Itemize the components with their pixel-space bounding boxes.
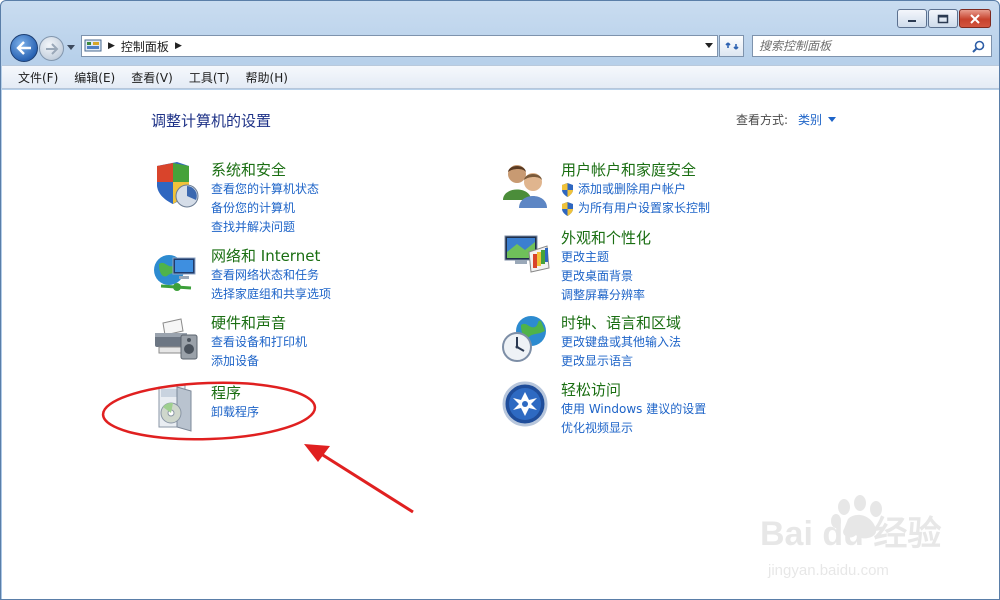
breadcrumb-separator-icon: ▶ xyxy=(174,41,182,51)
menu-edit[interactable]: 编辑(E) xyxy=(66,69,123,86)
view-by-chevron-icon[interactable] xyxy=(828,117,837,122)
back-arrow-icon xyxy=(16,41,31,55)
parental-controls-row[interactable]: 为所有用户设置家长控制 xyxy=(561,199,710,218)
refresh-icon xyxy=(724,42,739,50)
change-display-language-link[interactable]: 更改显示语言 xyxy=(561,352,681,371)
troubleshoot-link[interactable]: 查找并解决问题 xyxy=(211,218,319,237)
add-remove-accounts-link[interactable]: 添加或删除用户帐户 xyxy=(578,180,686,199)
parental-controls-link[interactable]: 为所有用户设置家长控制 xyxy=(578,199,710,218)
menu-view[interactable]: 查看(V) xyxy=(123,69,181,86)
page-title: 调整计算机的设置 xyxy=(151,112,272,130)
search-box[interactable] xyxy=(752,35,992,57)
menu-file[interactable]: 文件(F) xyxy=(10,69,66,86)
optimize-video-link[interactable]: 优化视频显示 xyxy=(561,419,706,438)
appearance-title[interactable]: 外观和个性化 xyxy=(561,228,651,248)
maximize-button[interactable] xyxy=(928,9,958,28)
user-accounts-title[interactable]: 用户帐户和家庭安全 xyxy=(561,160,710,180)
monitor-palette-icon[interactable] xyxy=(501,228,553,280)
category-ease-of-access: 轻松访问 使用 Windows 建议的设置 优化视频显示 xyxy=(501,380,706,438)
category-user-accounts: 用户帐户和家庭安全 添加或删除用户帐户 为所有用户设置家长控制 xyxy=(501,160,710,218)
control-panel-icon xyxy=(84,39,102,52)
printer-icon[interactable] xyxy=(151,313,203,365)
uninstall-program-link[interactable]: 卸载程序 xyxy=(211,403,259,422)
view-network-status-link[interactable]: 查看网络状态和任务 xyxy=(211,266,331,285)
recent-pages-chevron-icon[interactable] xyxy=(67,45,75,50)
category-appearance: 外观和个性化 更改主题 更改桌面背景 调整屏幕分辨率 xyxy=(501,228,651,305)
homegroup-sharing-link[interactable]: 选择家庭组和共享选项 xyxy=(211,285,331,304)
view-by-label: 查看方式: xyxy=(736,113,789,127)
navigation-bar: ▶ 控制面板 ▶ xyxy=(1,31,999,63)
view-by-dropdown[interactable]: 类别 xyxy=(798,111,822,128)
category-system-security: 系统和安全 查看您的计算机状态 备份您的计算机 查找并解决问题 xyxy=(151,160,319,237)
forward-arrow-icon xyxy=(45,42,58,55)
add-device-link[interactable]: 添加设备 xyxy=(211,352,307,371)
ease-of-access-title[interactable]: 轻松访问 xyxy=(561,380,706,400)
globe-network-icon[interactable] xyxy=(151,246,203,298)
change-theme-link[interactable]: 更改主题 xyxy=(561,248,651,267)
caption-buttons xyxy=(896,9,991,28)
search-icon[interactable] xyxy=(972,40,985,53)
menu-bar: 文件(F) 编辑(E) 查看(V) 工具(T) 帮助(H) xyxy=(2,65,999,89)
system-security-title[interactable]: 系统和安全 xyxy=(211,160,319,180)
close-icon xyxy=(970,13,980,24)
change-input-method-link[interactable]: 更改键盘或其他输入法 xyxy=(561,333,681,352)
users-icon[interactable] xyxy=(501,160,553,212)
change-background-link[interactable]: 更改桌面背景 xyxy=(561,267,651,286)
category-network: 网络和 Internet 查看网络状态和任务 选择家庭组和共享选项 xyxy=(151,246,331,304)
add-remove-accounts-row[interactable]: 添加或删除用户帐户 xyxy=(561,180,710,199)
ease-of-access-icon[interactable] xyxy=(501,380,553,432)
adjust-resolution-link[interactable]: 调整屏幕分辨率 xyxy=(561,286,651,305)
uac-shield-icon xyxy=(562,201,573,216)
category-programs: 程序 卸载程序 xyxy=(151,383,259,435)
view-by: 查看方式: 类别 xyxy=(736,111,837,128)
category-hardware: 硬件和声音 查看设备和打印机 添加设备 xyxy=(151,313,307,371)
programs-title[interactable]: 程序 xyxy=(211,383,259,403)
menu-tools[interactable]: 工具(T) xyxy=(181,69,238,86)
address-bar[interactable]: ▶ 控制面板 ▶ xyxy=(81,35,718,57)
recommended-settings-link[interactable]: 使用 Windows 建议的设置 xyxy=(561,400,706,419)
search-input[interactable] xyxy=(753,39,963,53)
minimize-icon xyxy=(908,19,916,22)
breadcrumb-control-panel[interactable]: 控制面板 xyxy=(121,38,169,55)
content-pane: 调整计算机的设置 查看方式: 类别 系统和安全 查看您的计算机状态 备份您的计算… xyxy=(2,90,999,599)
hardware-title[interactable]: 硬件和声音 xyxy=(211,313,307,333)
back-button[interactable] xyxy=(10,34,38,62)
maximize-icon xyxy=(937,14,949,23)
clock-globe-icon[interactable] xyxy=(501,313,553,365)
shield-icon[interactable] xyxy=(151,160,203,212)
programs-disc-icon[interactable] xyxy=(151,383,203,435)
forward-button[interactable] xyxy=(39,36,64,61)
backup-computer-link[interactable]: 备份您的计算机 xyxy=(211,199,319,218)
title-bar xyxy=(1,1,999,31)
close-button[interactable] xyxy=(959,9,991,28)
network-title[interactable]: 网络和 Internet xyxy=(211,246,331,266)
refresh-button[interactable] xyxy=(719,35,744,57)
breadcrumb-separator-icon: ▶ xyxy=(108,41,115,51)
category-clock-region: 时钟、语言和区域 更改键盘或其他输入法 更改显示语言 xyxy=(501,313,681,371)
devices-printers-link[interactable]: 查看设备和打印机 xyxy=(211,333,307,352)
uac-shield-icon xyxy=(562,182,573,197)
clock-region-title[interactable]: 时钟、语言和区域 xyxy=(561,313,681,333)
control-panel-window: ▶ 控制面板 ▶ 文件(F) 编辑(E) 查看(V) 工具(T) 帮助(H) 调… xyxy=(0,0,1000,600)
address-dropdown-icon[interactable] xyxy=(705,43,713,48)
minimize-button[interactable] xyxy=(897,9,927,28)
view-computer-status-link[interactable]: 查看您的计算机状态 xyxy=(211,180,319,199)
menu-help[interactable]: 帮助(H) xyxy=(238,69,296,86)
